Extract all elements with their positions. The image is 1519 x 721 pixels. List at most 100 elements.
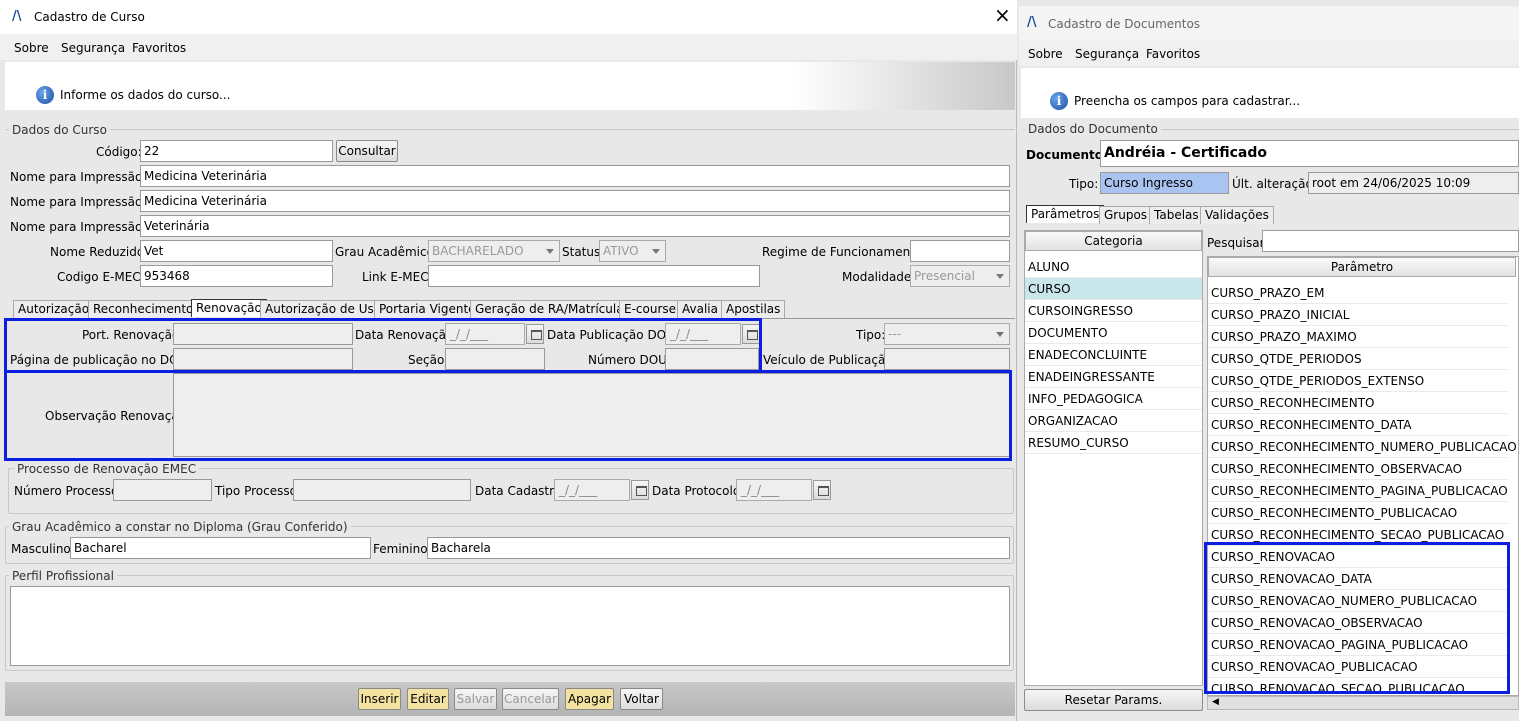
perfil-field[interactable]	[10, 586, 1010, 666]
menu-favoritos[interactable]: Favoritos	[1146, 47, 1200, 61]
tipo-processo-field[interactable]	[293, 479, 471, 501]
categoria-item[interactable]: ORGANIZACAO	[1025, 410, 1202, 432]
parametro-item[interactable]: CURSO_PRAZO_EM	[1208, 282, 1508, 304]
categoria-item[interactable]: CURSO	[1025, 278, 1202, 300]
highlight-box	[4, 370, 1012, 461]
tab-grupos[interactable]: Grupos	[1099, 206, 1153, 224]
pesquisar-input[interactable]	[1262, 230, 1519, 252]
parametro-item[interactable]: CURSO_RECONHECIMENTO_PUBLICACAO	[1208, 502, 1508, 524]
nome2-field[interactable]: Medicina Veterinária	[140, 190, 1010, 212]
nome-reduzido-field[interactable]: Vet	[140, 240, 333, 262]
modalidade-select[interactable]: Presencial	[910, 265, 1010, 287]
tab-geracao-ra[interactable]: Geração de RA/Matrículas	[470, 300, 635, 318]
feminino-field[interactable]: Bacharela	[427, 537, 1010, 559]
tab-avalia[interactable]: Avalia	[677, 300, 723, 318]
link-emec-field[interactable]	[428, 265, 760, 287]
tab-apostilas[interactable]: Apostilas	[721, 300, 786, 318]
scroll-left-icon[interactable]: ◀	[1212, 697, 1219, 707]
regime-label: Regime de Funcionamento:	[762, 245, 927, 259]
document-window: /\ Cadastro de Documentos Sobre Seguranç…	[1019, 6, 1519, 721]
categoria-list: Categoria ALUNO CURSO CURSOINGRESSO DOCUMEN…	[1024, 230, 1203, 686]
codigo-field[interactable]: 22	[140, 140, 333, 162]
tipo-field[interactable]: Curso Ingresso	[1100, 172, 1229, 194]
status-select[interactable]: ATIVO	[599, 240, 666, 262]
close-icon[interactable]: ×	[994, 4, 1011, 26]
tab-renovacao[interactable]: Renovação	[191, 299, 267, 317]
categoria-item[interactable]: RESUMO_CURSO	[1025, 432, 1202, 454]
tab-parametros[interactable]: Parâmetros	[1026, 205, 1105, 223]
processo-emec-title: Processo de Renovação EMEC	[14, 462, 200, 476]
nome3-label: Nome para Impressão 3:	[10, 220, 158, 234]
tab-e-course[interactable]: E-course	[619, 300, 682, 318]
categoria-item[interactable]: DOCUMENTO	[1025, 322, 1202, 344]
menu-seguranca[interactable]: Segurança	[61, 41, 125, 55]
menu-bar: Sobre Segurança Favoritos	[0, 34, 1017, 60]
info-icon: i	[36, 86, 54, 104]
title-bar: /\ Cadastro de Curso ×	[0, 0, 1017, 34]
parametro-item[interactable]: CURSO_QTDE_PERIODOS_EXTENSO	[1208, 370, 1508, 392]
link-emec-label: Link E-MEC:	[362, 270, 433, 284]
tab-portaria-vigente[interactable]: Portaria Vigente	[374, 300, 481, 318]
nome3-field[interactable]: Veterinária	[140, 215, 1010, 237]
parametro-item[interactable]: CURSO_RECONHECIMENTO_DATA	[1208, 414, 1508, 436]
consultar-button[interactable]: Consultar	[336, 140, 398, 162]
grau-select[interactable]: BACHARELADO	[428, 240, 560, 262]
menu-sobre[interactable]: Sobre	[14, 41, 49, 55]
parametro-item[interactable]: CURSO_QTDE_PERIODOS	[1208, 348, 1508, 370]
parametro-item[interactable]: CURSO_PRAZO_MAXIMO	[1208, 326, 1508, 348]
calendar-icon[interactable]	[813, 480, 831, 500]
categoria-item[interactable]: ENADECONCLUINTE	[1025, 344, 1202, 366]
horizontal-scrollbar[interactable]: ◀	[1207, 696, 1519, 710]
dados-documento-title: Dados do Documento	[1025, 122, 1161, 136]
menu-favoritos[interactable]: Favoritos	[132, 41, 186, 55]
apagar-button[interactable]: Apagar	[565, 688, 614, 710]
tab-validacoes[interactable]: Validações	[1200, 206, 1274, 224]
parametro-header: Parâmetro	[1208, 257, 1516, 277]
modalidade-label: Modalidade:	[842, 270, 916, 284]
inserir-button[interactable]: Inserir	[358, 688, 401, 710]
cancelar-button[interactable]: Cancelar	[502, 688, 559, 710]
parametro-item[interactable]: CURSO_RECONHECIMENTO_OBSERVACAO	[1208, 458, 1508, 480]
voltar-button[interactable]: Voltar	[620, 688, 663, 710]
highlight-box	[4, 318, 762, 373]
parametro-item[interactable]: CURSO_RECONHECIMENTO	[1208, 392, 1508, 414]
resetar-params-button[interactable]: Resetar Params.	[1024, 689, 1203, 711]
chevron-down-icon	[996, 332, 1004, 337]
tab-autorizacao[interactable]: Autorização	[13, 300, 95, 318]
categoria-item[interactable]: INFO_PEDAGOGICA	[1025, 388, 1202, 410]
editar-button[interactable]: Editar	[407, 688, 449, 710]
documento-label: Documento:	[1026, 148, 1108, 162]
categoria-item[interactable]: CURSOINGRESSO	[1025, 300, 1202, 322]
veiculo-field[interactable]	[884, 348, 1010, 370]
tipo-label: Tipo:	[1069, 177, 1099, 191]
documento-field[interactable]: Andréia - Certificado	[1100, 140, 1519, 167]
parametro-item[interactable]: CURSO_RECONHECIMENTO_NUMERO_PUBLICACAO	[1208, 436, 1517, 458]
tab-reconhecimento[interactable]: Reconhecimento	[88, 300, 199, 318]
tab-autorizacao-uso[interactable]: Autorização de Uso	[260, 300, 387, 318]
dados-curso-title: Dados do Curso	[9, 123, 110, 137]
course-window: /\ Cadastro de Curso × Sobre Segurança F…	[0, 0, 1017, 721]
categoria-item[interactable]: ALUNO	[1025, 256, 1202, 278]
tipo-select[interactable]: ---	[884, 323, 1010, 345]
tab-tabelas[interactable]: Tabelas	[1149, 206, 1204, 224]
data-cadastro-label: Data Cadastro:	[475, 484, 566, 498]
parametro-item[interactable]: CURSO_PRAZO_INICIAL	[1208, 304, 1508, 326]
salvar-button[interactable]: Salvar	[454, 688, 497, 710]
emec-field[interactable]: 953468	[140, 265, 333, 287]
data-protocolo-field[interactable]: _/_/___	[736, 479, 812, 501]
numero-processo-field[interactable]	[113, 479, 212, 501]
veiculo-label: Veículo de Publicação:	[763, 353, 897, 367]
data-cadastro-field[interactable]: _/_/___	[554, 479, 630, 501]
categoria-item[interactable]: ENADEINGRESSANTE	[1025, 366, 1202, 388]
parametro-item[interactable]: CURSO_RECONHECIMENTO_PAGINA_PUBLICACAO	[1208, 480, 1508, 502]
calendar-icon[interactable]	[631, 480, 649, 500]
emec-label: Codigo E-MEC:	[57, 270, 145, 284]
grau-diploma-title: Grau Acadêmico a constar no Diploma (Gra…	[9, 520, 351, 534]
chevron-down-icon	[546, 249, 554, 254]
tipo-label: Tipo:	[856, 328, 886, 342]
menu-seguranca[interactable]: Segurança	[1075, 47, 1139, 61]
menu-sobre[interactable]: Sobre	[1028, 47, 1063, 61]
masculino-field[interactable]: Bacharel	[70, 537, 371, 559]
nome1-field[interactable]: Medicina Veterinária	[140, 165, 1010, 187]
regime-field[interactable]	[910, 240, 1010, 262]
